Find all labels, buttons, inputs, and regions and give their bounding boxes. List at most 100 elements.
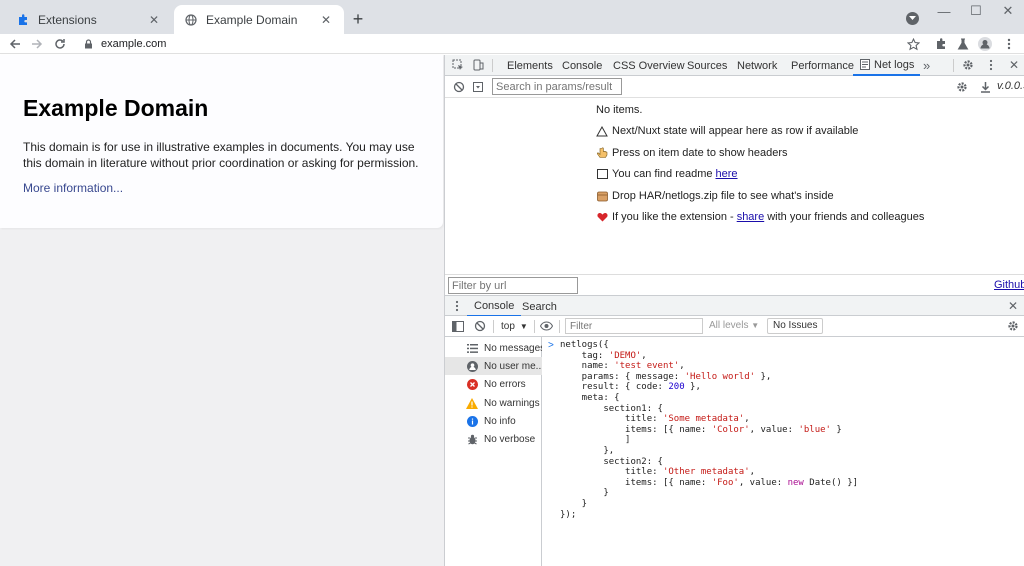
- sidebar-item-user-messages[interactable]: No user me...: [445, 357, 542, 375]
- devtools-menu-icon[interactable]: [983, 57, 999, 73]
- tab-net-logs[interactable]: Net logs: [853, 55, 921, 76]
- tab-elements[interactable]: Elements: [507, 55, 553, 76]
- readme-hint: You can find readme here: [596, 168, 741, 180]
- tab-search-icon[interactable]: [906, 12, 919, 25]
- device-toolbar-icon[interactable]: [470, 57, 486, 73]
- menu-kebab-icon[interactable]: [1001, 36, 1017, 52]
- console-prompt-icon: >: [548, 340, 554, 351]
- levels-label: All levels: [709, 320, 749, 331]
- clear-console-icon[interactable]: [472, 318, 488, 334]
- sidebar-item-verbose[interactable]: No verbose: [445, 430, 542, 448]
- netlogs-settings-icon[interactable]: [954, 79, 970, 95]
- extension-puzzle-icon[interactable]: [933, 36, 949, 52]
- console-settings-icon[interactable]: [1005, 318, 1021, 334]
- state-hint-text: Next/Nuxt state will appear here as row …: [612, 125, 859, 137]
- puzzle-icon: [16, 13, 30, 27]
- back-icon[interactable]: [5, 34, 25, 54]
- readme-link[interactable]: here: [716, 168, 738, 180]
- extension-flask-icon[interactable]: [955, 36, 971, 52]
- close-drawer-icon[interactable]: ✕: [1005, 298, 1021, 314]
- clear-icon[interactable]: [451, 79, 467, 95]
- tab-network[interactable]: Network: [737, 55, 777, 76]
- content-card: Example Domain This domain is for use in…: [0, 55, 443, 228]
- context-label: top: [501, 321, 515, 332]
- minimize-icon[interactable]: —: [928, 2, 960, 20]
- close-icon[interactable]: ✕: [146, 12, 162, 28]
- filter-by-url-input[interactable]: [448, 277, 578, 294]
- version-label: v.0.0.5: [997, 80, 1024, 92]
- list-icon: [466, 342, 478, 354]
- devtools-tab-bar: Elements Console CSS Overview Sources Ne…: [445, 55, 1024, 76]
- eye-icon[interactable]: [538, 318, 554, 334]
- no-items-label: No items.: [596, 104, 643, 116]
- browser-toolbar: example.com: [0, 34, 1024, 54]
- profile-avatar-icon[interactable]: [977, 36, 993, 52]
- page-description: This domain is for use in illustrative e…: [23, 140, 419, 170]
- url-text: example.com: [101, 38, 167, 50]
- inspect-element-icon[interactable]: [450, 57, 466, 73]
- console-output[interactable]: > netlogs({ tag: 'DEMO', name: 'test eve…: [542, 337, 1024, 566]
- new-tab-button[interactable]: +: [348, 9, 368, 29]
- address-bar[interactable]: example.com: [76, 34, 926, 54]
- sidebar-item-warnings[interactable]: No warnings: [445, 394, 542, 412]
- bug-icon: [466, 433, 478, 445]
- lock-icon: [84, 39, 93, 49]
- close-devtools-icon[interactable]: ✕: [1006, 57, 1022, 73]
- sidebar-item-info[interactable]: No info: [445, 412, 542, 430]
- github-link[interactable]: Github: [994, 279, 1024, 291]
- sidebar-item-messages[interactable]: No messages: [445, 339, 542, 357]
- divider: [492, 59, 493, 72]
- tab-title: Example Domain: [206, 12, 298, 27]
- tab-example-domain[interactable]: Example Domain ✕: [174, 5, 344, 34]
- page-title: Example Domain: [23, 95, 209, 121]
- download-icon[interactable]: [977, 79, 993, 95]
- netlogs-footer: Github: [445, 274, 1024, 295]
- settings-gear-icon[interactable]: [960, 57, 976, 73]
- page-viewport: Example Domain This domain is for use in…: [0, 55, 444, 566]
- maximize-icon[interactable]: ☐: [960, 2, 992, 20]
- drawer-tab-console[interactable]: Console: [467, 296, 522, 317]
- package-icon: [596, 190, 608, 202]
- pointing-hand-icon: [596, 147, 608, 159]
- net-logs-icon: [860, 59, 870, 70]
- log-levels-dropdown[interactable]: All levels ▼: [709, 320, 759, 331]
- tab-css-overview[interactable]: CSS Overview: [613, 55, 685, 76]
- tab-extensions[interactable]: Extensions ✕: [6, 5, 172, 34]
- sidebar-item-errors[interactable]: No errors: [445, 375, 542, 393]
- tab-console[interactable]: Console: [562, 55, 602, 76]
- share-hint-suffix: with your friends and colleagues: [767, 211, 925, 223]
- drawer-menu-icon[interactable]: [449, 298, 465, 314]
- globe-icon: [184, 13, 198, 27]
- square-icon: [596, 168, 608, 180]
- share-hint-text: If you like the extension -: [612, 211, 734, 223]
- drop-hint-text: Drop HAR/netlogs.zip file to see what's …: [612, 190, 834, 202]
- context-selector[interactable]: top ▼: [501, 316, 528, 337]
- bookmark-star-icon[interactable]: [905, 36, 921, 52]
- devtools-panel: Elements Console CSS Overview Sources Ne…: [444, 55, 1024, 566]
- params-search-input[interactable]: [492, 78, 622, 95]
- reload-icon[interactable]: [50, 34, 70, 54]
- forward-icon[interactable]: [27, 34, 47, 54]
- share-link[interactable]: share: [737, 211, 765, 223]
- preserve-log-icon[interactable]: [470, 79, 486, 95]
- divider: [559, 320, 560, 333]
- console-filter-input[interactable]: [565, 318, 703, 334]
- more-information-link[interactable]: More information...: [23, 181, 123, 195]
- no-items-text: No items.: [596, 104, 642, 116]
- tab-strip: Extensions ✕ Example Domain ✕ + — ☐ ✕: [0, 0, 1024, 34]
- press-hint-text: Press on item date to show headers: [612, 147, 788, 159]
- sidebar-toggle-icon[interactable]: [450, 318, 466, 334]
- warning-icon: [466, 397, 478, 409]
- readme-hint-text: You can find readme: [612, 168, 713, 180]
- divider: [493, 320, 494, 333]
- drawer-tab-search[interactable]: Search: [522, 296, 557, 317]
- close-window-icon[interactable]: ✕: [992, 2, 1024, 20]
- tab-sources[interactable]: Sources: [687, 55, 727, 76]
- close-icon[interactable]: ✕: [318, 12, 334, 28]
- issues-button[interactable]: No Issues: [767, 318, 824, 334]
- more-tabs-icon[interactable]: »: [923, 55, 930, 76]
- dropdown-arrow-icon: ▼: [519, 322, 528, 331]
- tab-performance[interactable]: Performance: [791, 55, 854, 76]
- divider: [953, 59, 954, 72]
- drop-hint: Drop HAR/netlogs.zip file to see what's …: [596, 190, 834, 202]
